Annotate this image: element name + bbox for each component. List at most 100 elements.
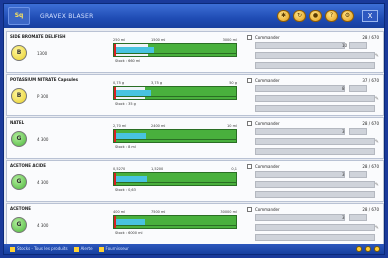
edit-icon[interactable]: ✎ — [375, 53, 379, 59]
order-checkbox[interactable] — [247, 35, 252, 40]
gauge-max-label: 10 ml — [227, 124, 237, 128]
unit-field[interactable] — [349, 171, 367, 178]
gauge-min-label: 250 ml — [113, 38, 126, 42]
product-name: ACETONE ACIDE — [10, 163, 46, 168]
stock-label: Stock : 35 g — [115, 102, 136, 106]
reference-field[interactable] — [255, 52, 375, 59]
unit-field[interactable] — [349, 85, 367, 92]
order-label: Commander — [255, 121, 280, 126]
unit-field[interactable] — [349, 214, 367, 221]
user-icon[interactable]: ● — [309, 10, 322, 22]
supplier-field[interactable] — [255, 85, 345, 92]
unit-field[interactable] — [349, 128, 367, 135]
order-section: Commander 28 / 670 10 ✎ — [245, 32, 383, 72]
order-section: Commander 37 / 670 8 ✎ — [245, 75, 383, 115]
gauge-mid-label: 3,75 g — [151, 81, 163, 85]
title-bar: Sq GRAVEX BLASER ✱ ↻ ● ? ⚙ X — [4, 4, 384, 28]
product-badge-icon[interactable]: G — [11, 217, 27, 233]
order-checkbox[interactable] — [247, 121, 252, 126]
order-checkbox[interactable] — [247, 78, 252, 83]
order-checkbox[interactable] — [247, 164, 252, 169]
app-window: Sq GRAVEX BLASER ✱ ↻ ● ? ⚙ X SIDE BROMAT… — [3, 3, 385, 255]
gauge-min-label: 0,5270 — [113, 167, 126, 171]
supplier-field[interactable] — [255, 214, 345, 221]
product-name: NATEL — [10, 120, 25, 125]
stock-label: Stock : 660 ml — [115, 59, 141, 63]
quantity-value: 8 — [342, 86, 345, 91]
gear-icon[interactable]: ✱ — [277, 10, 290, 22]
reference-field[interactable] — [255, 138, 375, 145]
close-button[interactable]: X — [362, 10, 378, 22]
edit-icon[interactable]: ✎ — [375, 139, 379, 145]
order-label: Commander — [255, 78, 280, 83]
status-label-alert: Alerte — [80, 246, 93, 252]
stock-gauge — [113, 86, 237, 100]
refresh-icon[interactable]: ↻ — [293, 10, 306, 22]
reference-field[interactable] — [255, 95, 375, 102]
window-title: GRAVEX BLASER — [40, 12, 94, 20]
product-badge-icon[interactable]: B — [11, 88, 27, 104]
status-dot-icon[interactable] — [365, 246, 371, 252]
stock-icon — [10, 246, 15, 252]
gauge-max-label: 50 g — [229, 81, 237, 85]
product-badge-icon[interactable]: G — [11, 131, 27, 147]
settings-icon[interactable]: ⚙ — [341, 10, 354, 22]
supplier-field[interactable] — [255, 171, 345, 178]
alert-icon — [73, 246, 79, 252]
help-icon[interactable]: ? — [325, 10, 338, 22]
gauge-max-label: 0,1 — [231, 167, 237, 171]
quantity-value: 3 — [342, 129, 345, 134]
order-section: Commander 28 / 670 3 ✎ — [245, 161, 383, 201]
supplier-icon — [98, 246, 104, 252]
stock-gauge — [113, 43, 237, 57]
gauge-mid-label: 7500 ml — [151, 210, 166, 214]
gauge-min-label: 0,75 g — [113, 81, 125, 85]
supplier-field[interactable] — [255, 42, 345, 49]
gauge-min-label: 400 ml — [113, 210, 126, 214]
order-ratio: 28 / 670 — [362, 121, 379, 126]
order-ratio: 28 / 670 — [362, 207, 379, 212]
order-ratio: 28 / 670 — [362, 35, 379, 40]
supplier-field[interactable] — [255, 128, 345, 135]
gauge-divider — [114, 139, 236, 140]
product-count: 4 300 — [37, 223, 49, 228]
product-badge-icon[interactable]: B — [11, 45, 27, 61]
reference-field[interactable] — [255, 181, 375, 188]
stock-gauge — [113, 172, 237, 186]
status-item-supplier[interactable]: Fournisseur — [98, 246, 129, 252]
stock-label: Stock : 0,63 — [115, 188, 136, 192]
comment-field[interactable] — [255, 148, 375, 155]
status-item-stocks[interactable]: Stocks - Tous les produits — [10, 246, 68, 252]
stock-label: Stock : 6000 ml — [115, 231, 143, 235]
product-count: P 300 — [37, 94, 49, 99]
status-icons — [356, 246, 380, 252]
toolbar: ✱ ↻ ● ? ⚙ — [277, 10, 354, 22]
gauge-marker — [114, 216, 116, 228]
gauge-divider — [114, 182, 236, 183]
product-count: 4 300 — [37, 180, 49, 185]
status-dot-icon[interactable] — [356, 246, 362, 252]
app-logo[interactable]: Sq — [8, 7, 30, 25]
status-dot-icon[interactable] — [374, 246, 380, 252]
edit-icon[interactable]: ✎ — [375, 225, 379, 231]
product-badge-icon[interactable]: G — [11, 174, 27, 190]
status-item-alert[interactable]: Alerte — [73, 246, 93, 252]
comment-field[interactable] — [255, 191, 375, 198]
product-panel: SIDE BROMATE DELIFISH B 1300 250 ml 1500… — [6, 31, 384, 73]
order-label: Commander — [255, 207, 280, 212]
order-checkbox[interactable] — [247, 207, 252, 212]
gauge-max-label: 30000 ml — [220, 210, 237, 214]
edit-icon[interactable]: ✎ — [375, 96, 379, 102]
comment-field[interactable] — [255, 234, 375, 241]
product-name: POTASSIUM NITRATE Capsules — [10, 77, 79, 82]
reference-field[interactable] — [255, 224, 375, 231]
gauge-divider — [114, 53, 236, 54]
edit-icon[interactable]: ✎ — [375, 182, 379, 188]
unit-field[interactable] — [349, 42, 367, 49]
gauge-mid-label: 1500 ml — [151, 38, 166, 42]
comment-field[interactable] — [255, 62, 375, 69]
comment-field[interactable] — [255, 105, 375, 112]
quantity-value: 10 — [342, 43, 348, 48]
product-panel: NATEL G 4 300 2,70 ml 2400 ml 10 ml Stoc… — [6, 117, 384, 159]
product-panel: ACETONE ACIDE G 4 300 0,5270 1,5200 0,1 … — [6, 160, 384, 202]
